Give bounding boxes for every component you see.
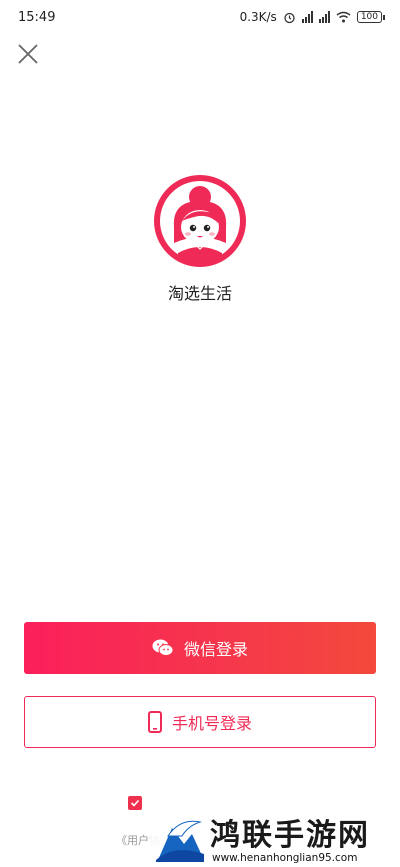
check-icon: [130, 799, 140, 807]
agreement-row: [128, 796, 142, 810]
phone-login-button[interactable]: 手机号登录: [24, 696, 376, 748]
agreement-checkbox[interactable]: [128, 796, 142, 810]
watermark-logo: [156, 820, 204, 862]
wifi-icon: [336, 11, 351, 23]
alarm-icon: [284, 12, 295, 23]
status-indicators: 0.3K/s 100: [239, 10, 386, 24]
watermark-url: www.henanhonglian95.com: [212, 852, 358, 864]
network-speed: 0.3K/s: [239, 10, 277, 24]
signal-icon-1: [301, 11, 313, 23]
status-time: 15:49: [18, 9, 56, 25]
battery-indicator: 100: [356, 11, 386, 23]
wechat-login-button[interactable]: 微信登录: [24, 622, 376, 674]
close-icon: [18, 44, 38, 64]
app-logo: [154, 175, 246, 267]
watermark: 鸿联手游网 www.henanhonglian95.com: [150, 808, 400, 867]
phone-login-label: 手机号登录: [171, 714, 252, 733]
phone-icon: [147, 711, 162, 733]
app-name: 淘选生活: [167, 284, 232, 303]
status-bar: 15:49 0.3K/s 100: [0, 0, 400, 34]
wechat-login-label: 微信登录: [183, 640, 248, 659]
signal-icon-2: [318, 11, 330, 23]
close-button[interactable]: [14, 40, 42, 68]
watermark-title: 鸿联手游网: [210, 818, 370, 853]
wechat-icon: [152, 639, 174, 656]
